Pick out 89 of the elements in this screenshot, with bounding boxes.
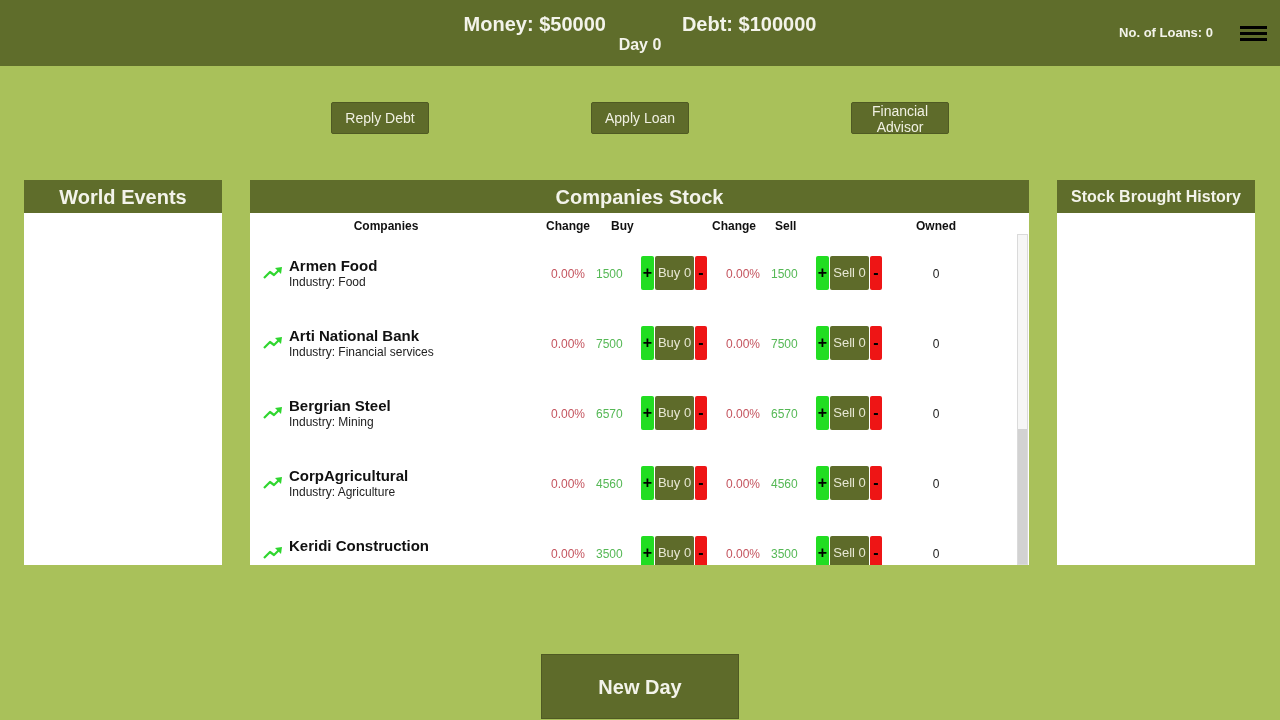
change-value: 0.00%	[726, 407, 761, 421]
trend-up-icon	[263, 477, 282, 489]
price-value: 3500	[596, 547, 623, 561]
column-header: Owned	[916, 219, 956, 233]
minus-button[interactable]: -	[870, 536, 882, 565]
sell-button[interactable]: Sell 0	[830, 326, 869, 360]
panel-title: Companies Stock	[250, 180, 1029, 213]
minus-button[interactable]: -	[870, 396, 882, 430]
money-label: Money: $50000	[463, 12, 606, 36]
sell-button[interactable]: Sell 0	[830, 536, 869, 565]
buy-button[interactable]: Buy 0	[655, 326, 694, 360]
plus-button[interactable]: +	[641, 466, 654, 500]
minus-button[interactable]: -	[870, 256, 882, 290]
change-value: 0.00%	[551, 407, 585, 421]
industry-label: Industry: Mining	[289, 415, 375, 429]
loans-count: No. of Loans: 0	[1119, 24, 1213, 43]
menu-icon[interactable]	[1240, 25, 1267, 41]
price-value: 1500	[771, 267, 798, 281]
buy-button[interactable]: Buy 0	[655, 536, 694, 565]
change-value: 0.00%	[551, 477, 585, 491]
plus-button[interactable]: +	[641, 256, 654, 290]
change-value: 0.00%	[551, 337, 585, 351]
change-value: 0.00%	[726, 267, 761, 281]
plus-button[interactable]: +	[816, 396, 829, 430]
owned-count: 0	[932, 337, 940, 351]
company-name: CorpAgricultural	[289, 467, 409, 485]
minus-button[interactable]: -	[695, 326, 707, 360]
action-button[interactable]: Financial Advisor	[851, 102, 949, 134]
change-value: 0.00%	[726, 547, 761, 561]
company-name: Armen Food	[289, 257, 378, 275]
change-value: 0.00%	[551, 547, 585, 561]
price-value: 4560	[771, 477, 798, 491]
column-header: Companies	[353, 219, 419, 233]
plus-button[interactable]: +	[816, 326, 829, 360]
minus-button[interactable]: -	[695, 396, 707, 430]
company-name: Bergrian Steel	[289, 397, 391, 415]
minus-button[interactable]: -	[695, 256, 707, 290]
change-value: 0.00%	[551, 267, 585, 281]
price-value: 1500	[596, 267, 623, 281]
sell-button[interactable]: Sell 0	[830, 256, 869, 290]
buy-button[interactable]: Buy 0	[655, 396, 694, 430]
minus-button[interactable]: -	[695, 466, 707, 500]
owned-count: 0	[932, 407, 940, 421]
column-header: Change	[712, 219, 756, 233]
industry-label: Industry: Agriculture	[289, 485, 397, 499]
scrollbar-track[interactable]	[1017, 234, 1028, 565]
day-label: Day 0	[618, 36, 662, 54]
industry-label: Industry: Financial services	[289, 345, 434, 359]
debt-label: Debt: $100000	[681, 12, 817, 36]
owned-count: 0	[932, 267, 940, 281]
trend-up-icon	[263, 547, 282, 559]
industry-label: Industry: Food	[289, 275, 367, 289]
change-value: 0.00%	[726, 337, 761, 351]
trend-up-icon	[263, 407, 282, 419]
column-header: Sell	[775, 219, 797, 233]
price-value: 3500	[771, 547, 798, 561]
new-day-button[interactable]: New Day	[541, 654, 739, 719]
plus-button[interactable]: +	[641, 536, 654, 565]
buy-button[interactable]: Buy 0	[655, 466, 694, 500]
minus-button[interactable]: -	[870, 326, 882, 360]
column-header: Change	[546, 219, 590, 233]
panel-title: World Events	[24, 180, 222, 213]
price-value: 7500	[771, 337, 798, 351]
price-value: 4560	[596, 477, 623, 491]
company-name: Keridi Construction	[289, 537, 429, 555]
plus-button[interactable]: +	[816, 466, 829, 500]
plus-button[interactable]: +	[641, 326, 654, 360]
change-value: 0.00%	[726, 477, 761, 491]
plus-button[interactable]: +	[816, 256, 829, 290]
owned-count: 0	[932, 477, 940, 491]
price-value: 6570	[596, 407, 623, 421]
action-button[interactable]: Reply Debt	[331, 102, 429, 134]
buy-button[interactable]: Buy 0	[655, 256, 694, 290]
plus-button[interactable]: +	[641, 396, 654, 430]
scrollbar-thumb[interactable]	[1018, 429, 1027, 564]
owned-count: 0	[932, 547, 940, 561]
sell-button[interactable]: Sell 0	[830, 396, 869, 430]
trend-up-icon	[263, 337, 282, 349]
trend-up-icon	[263, 267, 282, 279]
minus-button[interactable]: -	[870, 466, 882, 500]
column-header: Buy	[611, 219, 634, 233]
action-button[interactable]: Apply Loan	[591, 102, 689, 134]
plus-button[interactable]: +	[816, 536, 829, 565]
price-value: 6570	[771, 407, 798, 421]
minus-button[interactable]: -	[695, 536, 707, 565]
panel-title: Stock Brought History	[1057, 180, 1255, 213]
price-value: 7500	[596, 337, 623, 351]
company-name: Arti National Bank	[289, 327, 421, 345]
sell-button[interactable]: Sell 0	[830, 466, 869, 500]
